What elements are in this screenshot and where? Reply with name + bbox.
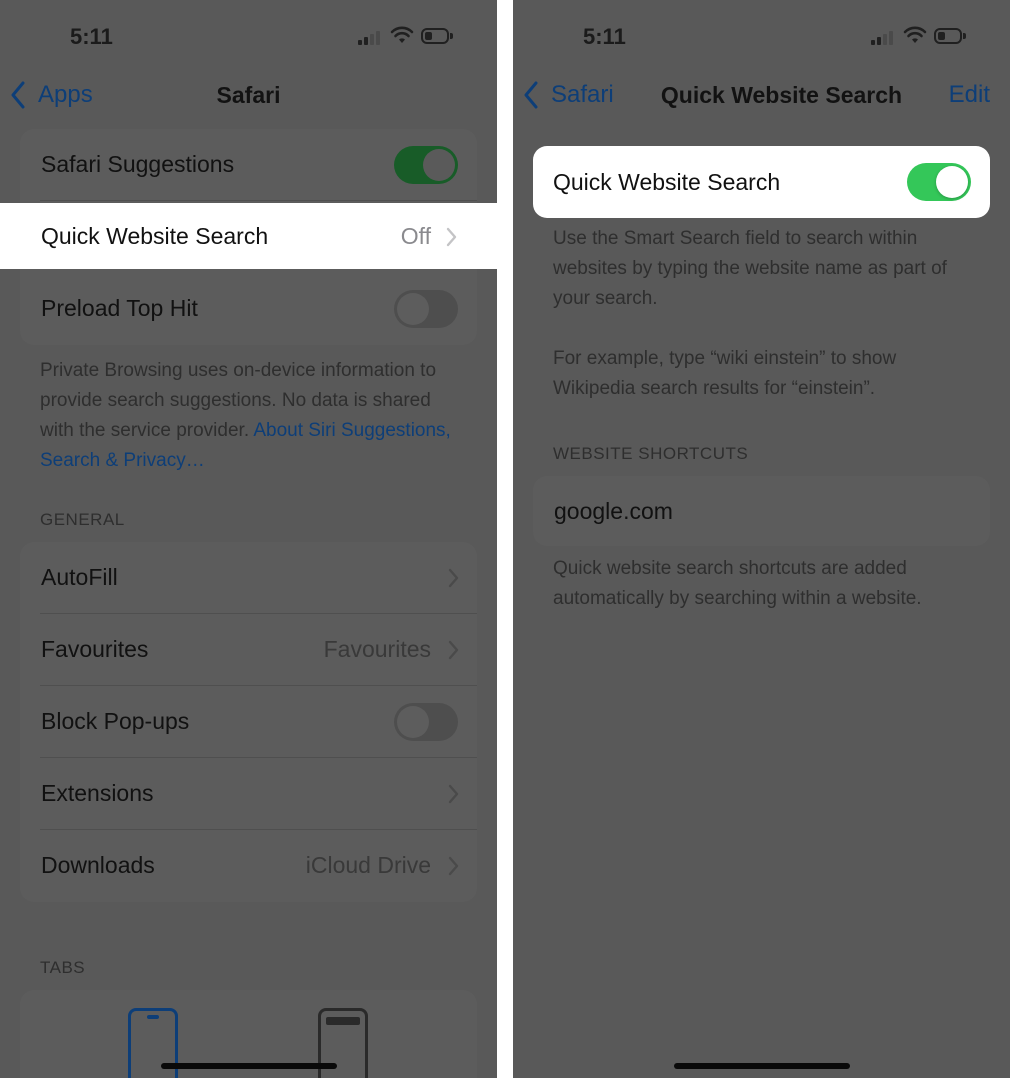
row-preload-top-hit: Preload Top Hit: [20, 273, 477, 345]
chevron-right-icon: [448, 640, 459, 660]
row-favourites[interactable]: Favourites Favourites: [20, 614, 477, 686]
general-group: AutoFill Favourites Favourites Block Pop…: [20, 542, 477, 902]
home-indicator: [673, 1063, 850, 1069]
row-label: Preload Top Hit: [41, 295, 198, 321]
row-extensions[interactable]: Extensions: [20, 758, 477, 830]
shortcut-label: google.com: [554, 498, 673, 524]
block-popups-toggle[interactable]: [394, 703, 458, 741]
safari-suggestions-toggle[interactable]: [394, 146, 458, 184]
chevron-left-icon: [524, 81, 538, 109]
left-screenshot: 5:11 Apps Safari Safari Suggestions Prel…: [0, 0, 497, 1078]
status-time: 5:11: [70, 24, 113, 49]
chevron-right-icon: [448, 784, 459, 804]
right-screenshot: 5:11 Safari Quick Website Search Edit Qu…: [513, 0, 1010, 1078]
wifi-icon: [903, 26, 927, 43]
row-label: Safari Suggestions: [41, 151, 235, 177]
preload-top-hit-toggle[interactable]: [394, 290, 458, 328]
row-label: Quick Website Search: [553, 169, 781, 195]
row-label: Favourites: [41, 636, 149, 662]
row-label: Downloads: [41, 852, 155, 878]
row-quick-website-search[interactable]: Quick Website Search Off: [0, 203, 497, 269]
chevron-right-icon: [446, 227, 457, 247]
page-title: Safari: [216, 82, 281, 108]
nav-bar: Apps Safari: [0, 70, 497, 122]
row-value: Off: [400, 223, 431, 249]
page-title: Quick Website Search: [660, 82, 903, 108]
quick-website-search-row: Quick Website Search: [533, 146, 990, 218]
cellular-signal-icon: [871, 31, 895, 45]
status-bar: 5:11: [513, 0, 1010, 70]
row-label: Block Pop-ups: [41, 708, 190, 734]
row-value: iCloud Drive: [305, 852, 431, 878]
row-value: Favourites: [323, 636, 431, 662]
row-downloads[interactable]: Downloads iCloud Drive: [20, 830, 477, 902]
wifi-icon: [390, 26, 414, 43]
row-safari-suggestions: Safari Suggestions: [20, 129, 477, 201]
edit-button[interactable]: Edit: [949, 81, 990, 109]
section-header-tabs: TABS: [40, 958, 86, 977]
website-shortcuts-group: google.com: [533, 476, 990, 546]
section-header-general: GENERAL: [40, 510, 125, 529]
battery-icon: [934, 28, 966, 44]
cellular-signal-icon: [358, 31, 382, 45]
row-label: Extensions: [41, 780, 154, 806]
quick-website-search-toggle[interactable]: [907, 163, 971, 201]
home-indicator: [160, 1063, 337, 1069]
battery-icon: [421, 28, 453, 44]
chevron-right-icon: [448, 568, 459, 588]
row-autofill[interactable]: AutoFill: [20, 542, 477, 614]
row-block-popups: Block Pop-ups: [20, 686, 477, 758]
status-bar: 5:11: [0, 0, 497, 70]
row-label: AutoFill: [41, 564, 118, 590]
nav-bar: Safari Quick Website Search Edit: [513, 70, 1010, 122]
shortcuts-footer: Quick website search shortcuts are added…: [553, 558, 922, 609]
chevron-right-icon: [448, 856, 459, 876]
list-item[interactable]: google.com: [533, 476, 990, 546]
description-2: For example, type “wiki einstein” to sho…: [553, 348, 897, 399]
status-time: 5:11: [583, 24, 626, 49]
privacy-footer: Private Browsing uses on-device informat…: [40, 356, 469, 476]
description-1: Use the Smart Search field to search wit…: [553, 228, 947, 309]
section-header-website-shortcuts: WEBSITE SHORTCUTS: [553, 444, 749, 463]
row-label: Quick Website Search: [41, 223, 269, 249]
